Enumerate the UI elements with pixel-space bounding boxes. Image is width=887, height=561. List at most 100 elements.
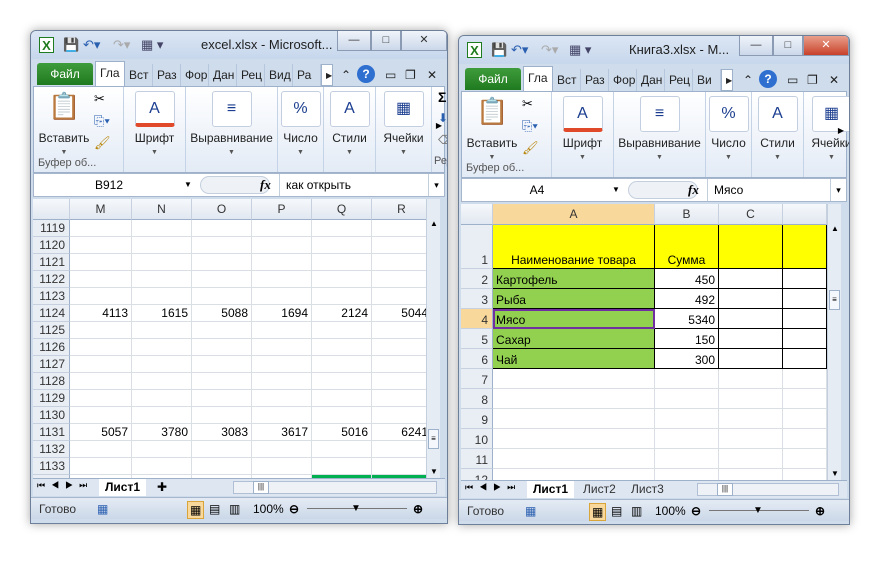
- undo-icon[interactable]: ↶▾: [511, 42, 528, 58]
- cell[interactable]: 5057: [70, 424, 132, 441]
- cell[interactable]: 5340: [655, 309, 719, 329]
- cell[interactable]: [70, 220, 132, 237]
- ribbon-group-align[interactable]: ≡ Выравнивание ▼: [614, 92, 706, 177]
- expand-formula-bar[interactable]: ▾: [830, 179, 846, 201]
- name-box[interactable]: B912: [34, 174, 184, 196]
- cell[interactable]: 450: [655, 269, 719, 289]
- row-header[interactable]: 1125: [33, 322, 70, 339]
- cell[interactable]: [132, 271, 192, 288]
- ribbon-group-align[interactable]: ≡ Выравнивание ▼: [186, 87, 278, 172]
- close-button[interactable]: ✕: [803, 36, 849, 56]
- view-normal-icon[interactable]: ▦: [589, 503, 607, 521]
- cell[interactable]: Рыба: [493, 289, 655, 309]
- cell[interactable]: [783, 369, 827, 389]
- zoom-out-button[interactable]: ⊖: [691, 503, 701, 519]
- tab-7[interactable]: Ра: [293, 64, 321, 86]
- cell[interactable]: 2124: [312, 305, 372, 322]
- cell[interactable]: [70, 390, 132, 407]
- cell[interactable]: [252, 220, 312, 237]
- ribbon-group-font[interactable]: A Шрифт ▼: [124, 87, 186, 172]
- cell[interactable]: [192, 271, 252, 288]
- paste-icon[interactable]: 📋: [476, 96, 508, 127]
- row-header[interactable]: 10: [461, 429, 493, 449]
- redo-icon[interactable]: ↷▾: [113, 37, 130, 53]
- row-header[interactable]: 1131: [33, 424, 70, 441]
- cell[interactable]: [372, 339, 426, 356]
- ribbon-group-number[interactable]: % Число ▼: [278, 87, 324, 172]
- column-header-M[interactable]: M: [70, 199, 132, 220]
- cell[interactable]: [493, 409, 655, 429]
- cell[interactable]: [312, 390, 372, 407]
- view-page-break-icon[interactable]: ▥: [631, 503, 642, 519]
- cell[interactable]: [312, 254, 372, 271]
- minimize-ribbon-icon[interactable]: ⌃: [739, 69, 757, 91]
- row-header[interactable]: 11: [461, 449, 493, 469]
- cell[interactable]: [783, 289, 827, 309]
- cell[interactable]: [132, 220, 192, 237]
- row-header[interactable]: 1123: [33, 288, 70, 305]
- autosum-icon[interactable]: Σ ▾: [438, 89, 447, 106]
- cell[interactable]: [312, 356, 372, 373]
- row-header[interactable]: 1124: [33, 305, 70, 322]
- scroll-down-button[interactable]: ▼: [828, 469, 842, 478]
- minimize-button[interactable]: —: [739, 36, 773, 56]
- cut-icon[interactable]: ✂: [522, 96, 533, 112]
- expand-formula-bar[interactable]: ▾: [428, 174, 444, 196]
- cell[interactable]: [252, 441, 312, 458]
- view-normal-icon[interactable]: ▦: [187, 501, 205, 519]
- sheet-nav-buttons[interactable]: ⏮◀▶⏭: [37, 480, 93, 491]
- view-page-break-icon[interactable]: ▥: [229, 501, 240, 517]
- column-header-A[interactable]: A: [493, 204, 655, 225]
- cell[interactable]: [312, 237, 372, 254]
- maximize-button[interactable]: □: [371, 31, 401, 51]
- cell[interactable]: [312, 288, 372, 305]
- cell[interactable]: [132, 390, 192, 407]
- cell[interactable]: [70, 441, 132, 458]
- save-icon[interactable]: 💾: [63, 37, 79, 53]
- row-header[interactable]: 1119: [33, 220, 70, 237]
- cell[interactable]: [252, 339, 312, 356]
- tab-3[interactable]: Фор: [181, 64, 209, 86]
- cell[interactable]: [372, 356, 426, 373]
- tab-4[interactable]: Дан: [637, 69, 665, 91]
- cell[interactable]: [783, 309, 827, 329]
- row-header[interactable]: 1121: [33, 254, 70, 271]
- cell[interactable]: [372, 390, 426, 407]
- tab-2[interactable]: Раз: [581, 69, 609, 91]
- cell[interactable]: [719, 409, 783, 429]
- cell[interactable]: [132, 458, 192, 475]
- ribbon-group-styles[interactable]: A Стили ▼: [324, 87, 376, 172]
- paste-icon[interactable]: 📋: [48, 91, 80, 122]
- tab-1[interactable]: Вст: [553, 69, 581, 91]
- cell[interactable]: 3617: [252, 424, 312, 441]
- copy-icon[interactable]: ⎘▾: [94, 113, 110, 129]
- cell[interactable]: Сумма: [655, 225, 719, 269]
- cell[interactable]: [252, 458, 312, 475]
- scroll-thumb[interactable]: ≡: [428, 429, 439, 449]
- sheet-nav-buttons[interactable]: ⏮◀▶⏭: [465, 482, 521, 493]
- close-button[interactable]: ✕: [401, 31, 447, 51]
- tab-2[interactable]: Раз: [153, 64, 181, 86]
- cell[interactable]: [783, 449, 827, 469]
- cell[interactable]: [192, 254, 252, 271]
- cell[interactable]: [70, 322, 132, 339]
- cell[interactable]: [372, 237, 426, 254]
- cell[interactable]: [493, 369, 655, 389]
- paste-label[interactable]: Вставить: [462, 136, 522, 150]
- column-header-P[interactable]: P: [252, 199, 312, 220]
- sheet-tab-1[interactable]: Лист1: [527, 481, 575, 498]
- cell[interactable]: [719, 225, 783, 269]
- cell[interactable]: [719, 389, 783, 409]
- cell[interactable]: [192, 220, 252, 237]
- cell[interactable]: [192, 288, 252, 305]
- cell[interactable]: [493, 469, 655, 480]
- insert-function-icon[interactable]: fx: [688, 179, 699, 201]
- cell[interactable]: [252, 407, 312, 424]
- cell[interactable]: 3780: [132, 424, 192, 441]
- macro-record-icon[interactable]: ▦: [97, 501, 108, 517]
- cell[interactable]: [312, 271, 372, 288]
- cell[interactable]: [132, 237, 192, 254]
- select-all-corner[interactable]: [461, 204, 493, 225]
- formula-input[interactable]: Мясо: [707, 179, 816, 201]
- zoom-level[interactable]: 100%: [253, 501, 284, 517]
